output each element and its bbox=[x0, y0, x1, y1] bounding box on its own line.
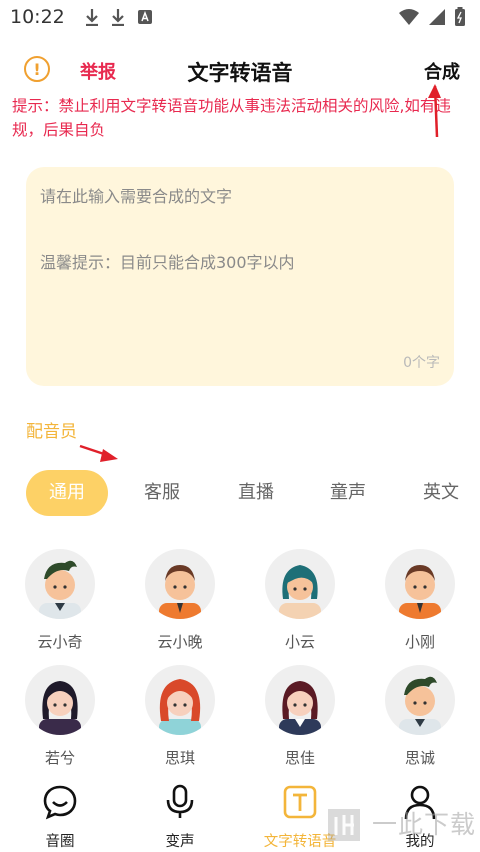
nav-item-voice-change[interactable]: 变声 bbox=[120, 784, 240, 851]
voice-item[interactable]: 思佳 bbox=[240, 665, 360, 768]
female-avatar-icon bbox=[265, 549, 335, 619]
download-icon bbox=[85, 9, 98, 26]
voice-section-label: 配音员 bbox=[26, 422, 77, 442]
watermark-text: 一此下载 bbox=[372, 810, 477, 839]
voice-name: 思琪 bbox=[164, 749, 195, 767]
voice-item[interactable]: 若兮 bbox=[0, 665, 120, 768]
tab-live[interactable]: 直播 bbox=[216, 470, 296, 516]
text-t-icon bbox=[283, 785, 317, 819]
nav-label: 变声 bbox=[165, 834, 195, 850]
microphone-icon bbox=[166, 784, 194, 818]
voice-item[interactable]: 思琪 bbox=[120, 665, 240, 768]
watermark-logo-icon bbox=[328, 809, 360, 841]
female-avatar-icon bbox=[265, 665, 335, 735]
tab-general[interactable]: 通用 bbox=[26, 470, 108, 516]
voice-name: 思诚 bbox=[404, 749, 435, 767]
signal-icon bbox=[429, 9, 445, 25]
voice-category-tabs: 通用 客服 直播 童声 英文 bbox=[26, 470, 480, 516]
watermark: 一此下载 bbox=[320, 794, 480, 852]
male-avatar-icon bbox=[145, 549, 215, 619]
chat-bubble-icon bbox=[43, 785, 77, 820]
voice-name: 云小晚 bbox=[157, 633, 203, 651]
synthesize-button[interactable]: 合成 bbox=[424, 58, 460, 84]
notification-a-icon bbox=[137, 10, 152, 24]
battery-icon bbox=[455, 7, 465, 26]
voice-item[interactable]: 小云 bbox=[240, 549, 360, 652]
voice-name: 小云 bbox=[284, 633, 315, 651]
char-count: 0个字 bbox=[403, 355, 440, 371]
text-input-area[interactable]: 请在此输入需要合成的文字 温馨提示：目前只能合成300字以内 0个字 bbox=[26, 167, 454, 386]
tab-child[interactable]: 童声 bbox=[308, 470, 388, 516]
male-avatar-icon bbox=[25, 549, 95, 619]
arrow-right-head bbox=[100, 449, 118, 462]
voice-item[interactable]: 小刚 bbox=[360, 549, 480, 652]
input-placeholder: 请在此输入需要合成的文字 bbox=[40, 187, 233, 206]
status-bar: 10:22 bbox=[0, 0, 480, 34]
tab-customer-service[interactable]: 客服 bbox=[122, 470, 202, 516]
female-avatar-icon bbox=[25, 665, 95, 735]
page-title: 文字转语音 bbox=[187, 61, 293, 85]
nav-label: 音圈 bbox=[45, 834, 75, 850]
tab-english[interactable]: 英文 bbox=[401, 470, 480, 516]
male-avatar-icon bbox=[385, 549, 455, 619]
nav-item-circle[interactable]: 音圈 bbox=[0, 784, 120, 851]
wifi-icon bbox=[399, 9, 419, 25]
download-icon bbox=[111, 9, 124, 26]
voice-item[interactable]: 云小奇 bbox=[0, 549, 120, 652]
voice-name: 思佳 bbox=[284, 749, 315, 767]
voice-name: 云小奇 bbox=[37, 633, 83, 651]
warning-notice: 提示：禁止利用文字转语音功能从事违法活动相关的风险,如有违规，后果自负 bbox=[12, 97, 451, 139]
voice-name: 若兮 bbox=[44, 749, 75, 767]
male-avatar-icon bbox=[385, 665, 455, 735]
voice-item[interactable]: 云小晚 bbox=[120, 549, 240, 652]
voice-name: 小刚 bbox=[404, 633, 435, 651]
voice-item[interactable]: 思诚 bbox=[360, 665, 480, 768]
status-time: 10:22 bbox=[10, 6, 65, 28]
arrow-right-icon bbox=[79, 444, 111, 458]
app-header: ! 举报 文字转语音 合成 bbox=[0, 48, 480, 92]
female-avatar-icon bbox=[145, 665, 215, 735]
input-tip: 温馨提示：目前只能合成300字以内 bbox=[40, 253, 295, 272]
